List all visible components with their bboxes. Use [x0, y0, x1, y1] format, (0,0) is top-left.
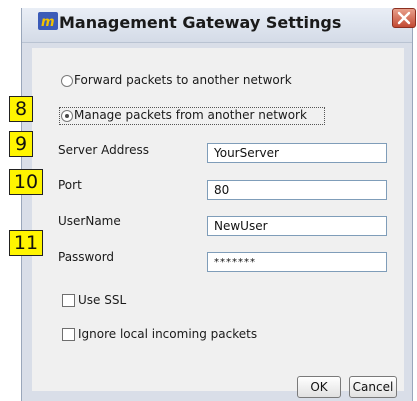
callout-9: 9	[9, 131, 33, 157]
use-ssl-checkbox[interactable]	[62, 294, 75, 307]
svg-text:m: m	[41, 15, 55, 30]
callout-8: 8	[9, 96, 33, 122]
forward-packets-label[interactable]: Forward packets to another network	[74, 73, 292, 87]
window-title: Management Gateway Settings	[59, 13, 342, 32]
password-label: Password	[58, 250, 115, 264]
server-address-label: Server Address	[58, 143, 149, 157]
close-button[interactable]	[392, 8, 416, 28]
settings-dialog: m Management Gateway Settings Forward pa…	[21, 8, 416, 401]
radio-selected-dot	[65, 114, 69, 118]
port-input[interactable]	[207, 180, 387, 200]
cancel-button[interactable]: Cancel	[349, 376, 397, 398]
forward-packets-radio[interactable]	[61, 75, 73, 87]
close-icon	[397, 11, 411, 25]
callout-10: 10	[9, 169, 43, 195]
app-logo-icon: m	[38, 12, 58, 30]
manage-packets-radio[interactable]	[61, 110, 73, 122]
server-address-input[interactable]	[207, 143, 387, 163]
port-label: Port	[58, 178, 82, 192]
ignore-local-checkbox[interactable]	[62, 328, 75, 341]
manage-packets-label[interactable]: Manage packets from another network	[74, 108, 307, 122]
ok-button[interactable]: OK	[297, 376, 341, 398]
password-input[interactable]	[207, 252, 387, 272]
use-ssl-label[interactable]: Use SSL	[78, 293, 126, 307]
ignore-local-label[interactable]: Ignore local incoming packets	[78, 327, 257, 341]
callout-11: 11	[9, 230, 43, 256]
dialog-content: Forward packets to another network Manag…	[32, 48, 404, 398]
username-label: UserName	[58, 214, 121, 228]
username-input[interactable]	[207, 216, 387, 236]
title-bar[interactable]: m Management Gateway Settings	[22, 8, 416, 43]
